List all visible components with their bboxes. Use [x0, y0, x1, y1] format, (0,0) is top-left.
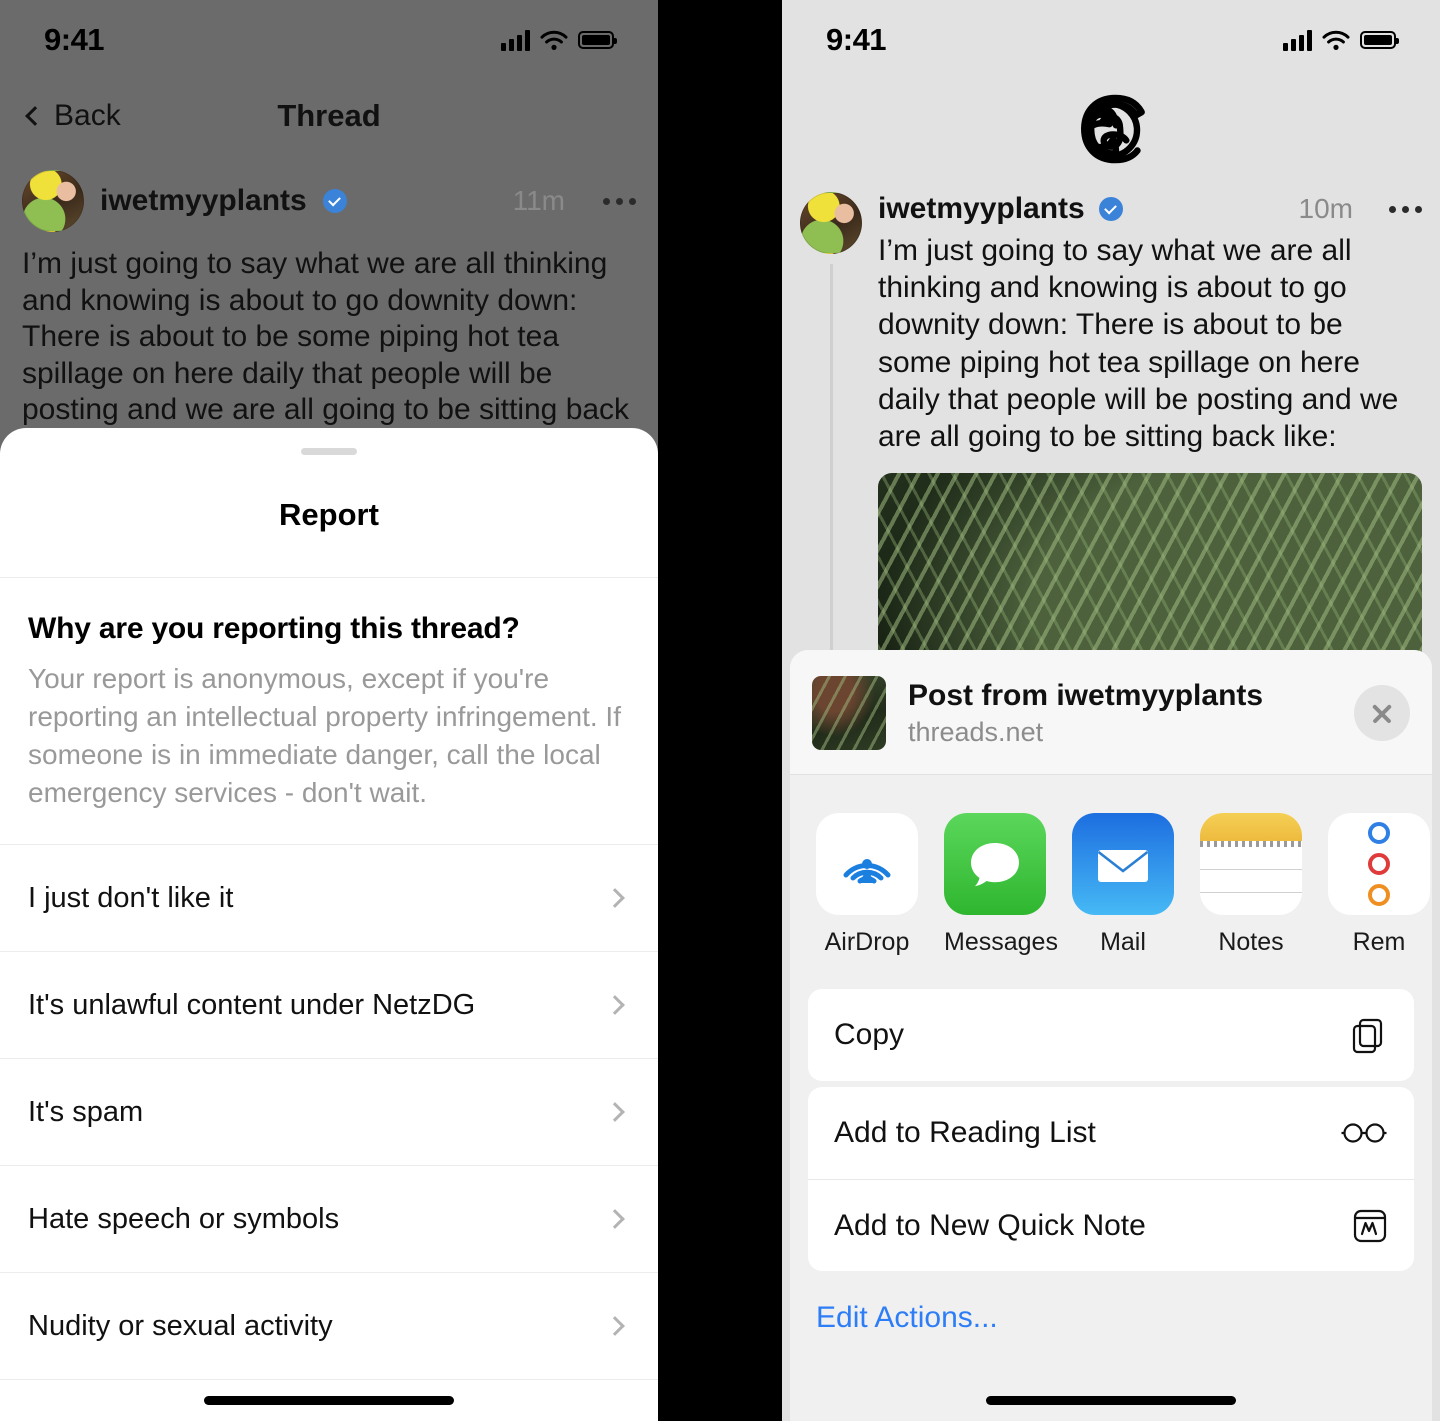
- notes-icon: [1200, 813, 1302, 915]
- share-action-label: Copy: [834, 1018, 905, 1051]
- edit-actions-button[interactable]: Edit Actions...: [790, 1271, 1432, 1335]
- reminders-icon: [1328, 813, 1430, 915]
- airdrop-icon: [816, 813, 918, 915]
- report-sheet-title: Report: [0, 497, 658, 578]
- report-reason-label: Nudity or sexual activity: [28, 1309, 333, 1342]
- close-icon: [1370, 701, 1394, 725]
- share-app-label: Rem: [1352, 928, 1406, 956]
- share-preview-thumbnail: [812, 676, 886, 750]
- share-app-notes[interactable]: Notes: [1200, 813, 1302, 957]
- share-action-label: Add to Reading List: [834, 1116, 1096, 1149]
- cellular-bars-icon: [501, 29, 530, 51]
- share-action-copy[interactable]: Copy: [808, 989, 1414, 1081]
- share-action-reading-list[interactable]: Add to Reading List: [808, 1087, 1414, 1179]
- post-username[interactable]: iwetmyyplants: [878, 192, 1085, 226]
- share-app-label: AirDrop: [824, 928, 910, 956]
- close-button[interactable]: [1354, 685, 1410, 741]
- report-reason-row[interactable]: Hate speech or symbols: [0, 1166, 658, 1274]
- report-reason-label: It's spam: [28, 1095, 144, 1128]
- report-reason-row[interactable]: I just don't like it: [0, 845, 658, 953]
- share-subtitle: threads.net: [908, 716, 1044, 747]
- quick-note-icon: [1353, 1209, 1387, 1242]
- right-status-bar: 9:41: [782, 0, 1440, 80]
- post-timestamp: 11m: [512, 185, 565, 216]
- home-indicator[interactable]: [204, 1396, 454, 1405]
- chevron-right-icon: [605, 1102, 625, 1123]
- back-button[interactable]: Back: [25, 99, 121, 133]
- chevron-right-icon: [605, 1316, 625, 1337]
- share-app-airdrop[interactable]: AirDrop: [816, 813, 918, 957]
- share-action-group-other: Add to Reading List Add to New Quick Not…: [808, 1087, 1414, 1271]
- share-app-label: Messages: [944, 928, 1058, 956]
- verified-badge-icon: [322, 189, 347, 213]
- post-timestamp: 10m: [1298, 193, 1353, 224]
- report-question: Why are you reporting this thread?: [28, 612, 520, 645]
- left-post: iwetmyyplants 11m I’m just going to say …: [0, 170, 658, 466]
- chevron-right-icon: [605, 888, 625, 909]
- messages-icon: [944, 813, 1046, 915]
- share-sheet-header: Post from iwetmyyplants threads.net: [790, 650, 1432, 775]
- report-reason-label: Hate speech or symbols: [28, 1202, 340, 1235]
- left-status-bar: 9:41: [0, 0, 658, 80]
- left-nav-bar: Thread Back: [0, 86, 658, 146]
- share-app-mail[interactable]: Mail: [1072, 813, 1174, 957]
- report-sheet: Report Why are you reporting this thread…: [0, 428, 658, 1421]
- mail-icon: [1072, 813, 1174, 915]
- post-username[interactable]: iwetmyyplants: [100, 184, 307, 218]
- report-reason-label: I just don't like it: [28, 881, 234, 914]
- threads-logo-icon[interactable]: [782, 92, 1440, 168]
- status-indicators: [1283, 29, 1399, 51]
- back-button-label: Back: [54, 99, 121, 132]
- screenshot-stage: 9:41 Thread Back iwetmyyplants 11m I’m j…: [0, 0, 1440, 1421]
- home-indicator[interactable]: [986, 1396, 1236, 1405]
- cellular-bars-icon: [1283, 29, 1312, 51]
- battery-full-icon: [1360, 31, 1399, 49]
- chevron-left-icon: [25, 106, 45, 126]
- right-post-header: iwetmyyplants 10m: [878, 192, 1422, 226]
- left-phone-screen: 9:41 Thread Back iwetmyyplants 11m I’m j…: [0, 0, 658, 1421]
- copy-icon: [1352, 1018, 1383, 1054]
- report-reason-label: False information: [28, 1417, 250, 1421]
- share-preview-meta: Post from iwetmyyplants threads.net: [908, 679, 1332, 748]
- verified-badge-icon: [1098, 197, 1123, 221]
- post-body-text: I’m just going to say what we are all th…: [878, 234, 1399, 453]
- share-sheet: Post from iwetmyyplants threads.net AirD…: [790, 650, 1432, 1421]
- report-description: Your report is anonymous, except if you'…: [28, 663, 621, 809]
- chevron-right-icon: [605, 995, 625, 1016]
- share-app-messages[interactable]: Messages: [944, 813, 1058, 957]
- more-options-icon[interactable]: [1389, 205, 1422, 213]
- share-app-label: Notes: [1218, 928, 1284, 956]
- report-reason-label: It's unlawful content under NetzDG: [28, 988, 476, 1021]
- report-reason-row[interactable]: It's spam: [0, 1059, 658, 1167]
- status-time: 9:41: [44, 22, 105, 57]
- share-title: Post from iwetmyyplants: [908, 678, 1264, 712]
- report-reason-row[interactable]: It's unlawful content under NetzDG: [0, 952, 658, 1060]
- right-phone-screen: 9:41 iwetmyyplants 10m I’m just going to…: [782, 0, 1440, 1421]
- status-indicators: [501, 29, 617, 51]
- left-post-header: iwetmyyplants 11m: [22, 170, 636, 232]
- avatar[interactable]: [22, 170, 84, 232]
- share-app-row[interactable]: AirDrop Messages Mail Notes Rem: [790, 775, 1432, 983]
- glasses-icon: [1341, 1123, 1387, 1143]
- more-options-icon[interactable]: [603, 197, 636, 205]
- share-action-label: Add to New Quick Note: [834, 1208, 1146, 1242]
- share-app-reminders[interactable]: Rem: [1328, 813, 1430, 957]
- share-action-quick-note[interactable]: Add to New Quick Note: [808, 1179, 1414, 1271]
- wifi-icon: [540, 30, 568, 50]
- status-time: 9:41: [826, 22, 887, 57]
- report-reason-row[interactable]: Nudity or sexual activity: [0, 1273, 658, 1381]
- sheet-grabber[interactable]: [301, 448, 357, 455]
- avatar[interactable]: [800, 192, 862, 254]
- wifi-icon: [1322, 30, 1350, 50]
- share-app-label: Mail: [1100, 928, 1146, 956]
- share-action-group-copy: Copy: [808, 989, 1414, 1081]
- battery-full-icon: [578, 31, 617, 49]
- chevron-right-icon: [605, 1209, 625, 1230]
- report-intro: Why are you reporting this thread? Your …: [0, 578, 658, 846]
